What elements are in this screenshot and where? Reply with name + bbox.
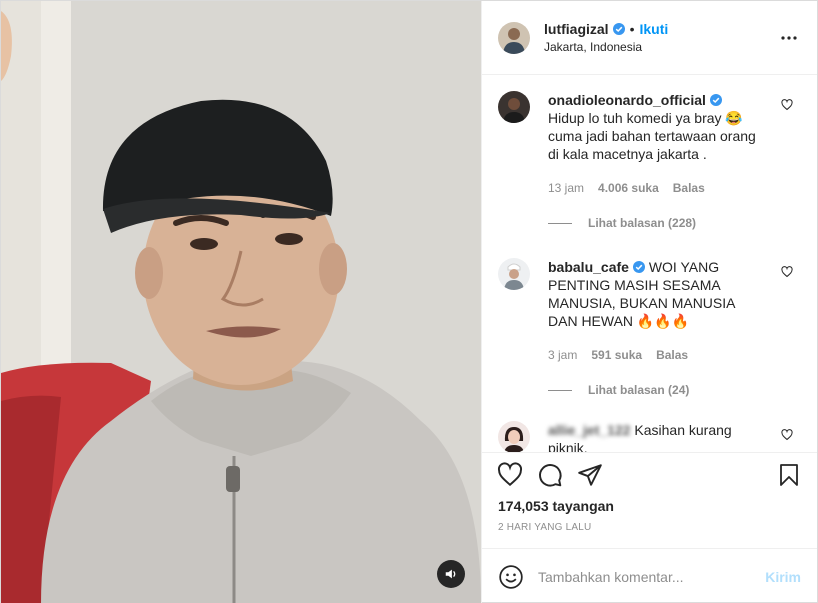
post-side-panel: lutfiagizal • Ikuti Jakarta, Indonesia o… (481, 1, 817, 603)
view-replies-button[interactable]: Lihat balasan (228) (548, 216, 801, 230)
heart-icon (497, 461, 523, 486)
replies-divider-line (548, 389, 572, 391)
comment-bubble-icon (539, 463, 562, 487)
comment-likes[interactable]: 591 suka (591, 346, 642, 364)
reply-button[interactable]: Balas (673, 179, 705, 197)
comment-likes[interactable]: 4.006 suka (598, 179, 659, 197)
commenter-avatar[interactable] (498, 421, 530, 452)
verified-badge-icon (612, 23, 625, 35)
send-comment-button[interactable]: Kirim (765, 569, 801, 585)
post-actions-bar (482, 452, 817, 496)
comment-text: Hidup lo tuh komedi ya bray 😂 cuma jadi … (548, 110, 756, 162)
follow-button[interactable]: Ikuti (639, 21, 668, 37)
add-comment-bar: Kirim (482, 548, 817, 603)
view-replies-label: Lihat balasan (24) (588, 383, 690, 397)
comment-item: onadioleonardo_official Hidup lo tuh kom… (498, 91, 801, 197)
bookmark-icon (780, 463, 798, 486)
commenter-avatar-image (498, 91, 530, 123)
like-button[interactable] (496, 461, 524, 489)
author-avatar[interactable] (498, 21, 530, 54)
view-replies-label: Lihat balasan (228) (588, 216, 697, 230)
separator-dot: • (629, 21, 635, 37)
post-date[interactable]: 2 HARI YANG LALU (482, 518, 817, 548)
comments-list[interactable]: onadioleonardo_official Hidup lo tuh kom… (482, 75, 817, 452)
commenter-username[interactable]: babalu_cafe (548, 259, 629, 275)
verified-badge-icon (709, 94, 722, 106)
view-replies-button[interactable]: Lihat balasan (24) (548, 383, 801, 397)
commenter-avatar[interactable] (498, 258, 530, 290)
post-modal: lutfiagizal • Ikuti Jakarta, Indonesia o… (0, 0, 818, 603)
comment-item: babalu_cafe WOI YANG PENTING MASIH SESAM… (498, 258, 801, 364)
commenter-username-blurred[interactable]: allie_jet_122 (548, 422, 631, 438)
commenter-username[interactable]: onadioleonardo_official (548, 92, 706, 108)
comment-button[interactable] (536, 461, 564, 489)
view-count[interactable]: 174,053 tayangan (482, 496, 817, 518)
more-options-button[interactable] (777, 26, 801, 50)
sound-toggle-button[interactable] (437, 560, 465, 588)
author-username[interactable]: lutfiagizal (544, 21, 609, 37)
speaker-icon (445, 569, 456, 579)
like-comment-heart-icon[interactable] (781, 429, 793, 441)
commenter-avatar-image (498, 258, 530, 290)
like-comment-heart-icon[interactable] (781, 266, 793, 278)
like-comment-heart-icon[interactable] (781, 99, 793, 111)
replies-divider-line (548, 222, 572, 224)
author-avatar-image (498, 21, 530, 54)
comment-item: allie_jet_122 Kasihan kurang piknik. (498, 421, 801, 452)
comment-time[interactable]: 13 jam (548, 179, 584, 197)
share-button[interactable] (576, 461, 604, 489)
save-button[interactable] (775, 461, 803, 489)
emoji-smile-icon[interactable] (498, 564, 524, 590)
paper-plane-icon (578, 463, 602, 486)
comment-time[interactable]: 3 jam (548, 346, 577, 364)
reply-button[interactable]: Balas (656, 346, 688, 364)
post-location[interactable]: Jakarta, Indonesia (544, 40, 777, 54)
commenter-avatar-image (498, 421, 530, 452)
commenter-avatar[interactable] (498, 91, 530, 123)
video-frame (1, 1, 481, 603)
post-video[interactable] (1, 1, 481, 603)
more-horizontal-icon (781, 35, 797, 40)
verified-badge-icon (632, 261, 645, 273)
comment-input[interactable] (538, 568, 766, 585)
post-header: lutfiagizal • Ikuti Jakarta, Indonesia (482, 1, 817, 75)
